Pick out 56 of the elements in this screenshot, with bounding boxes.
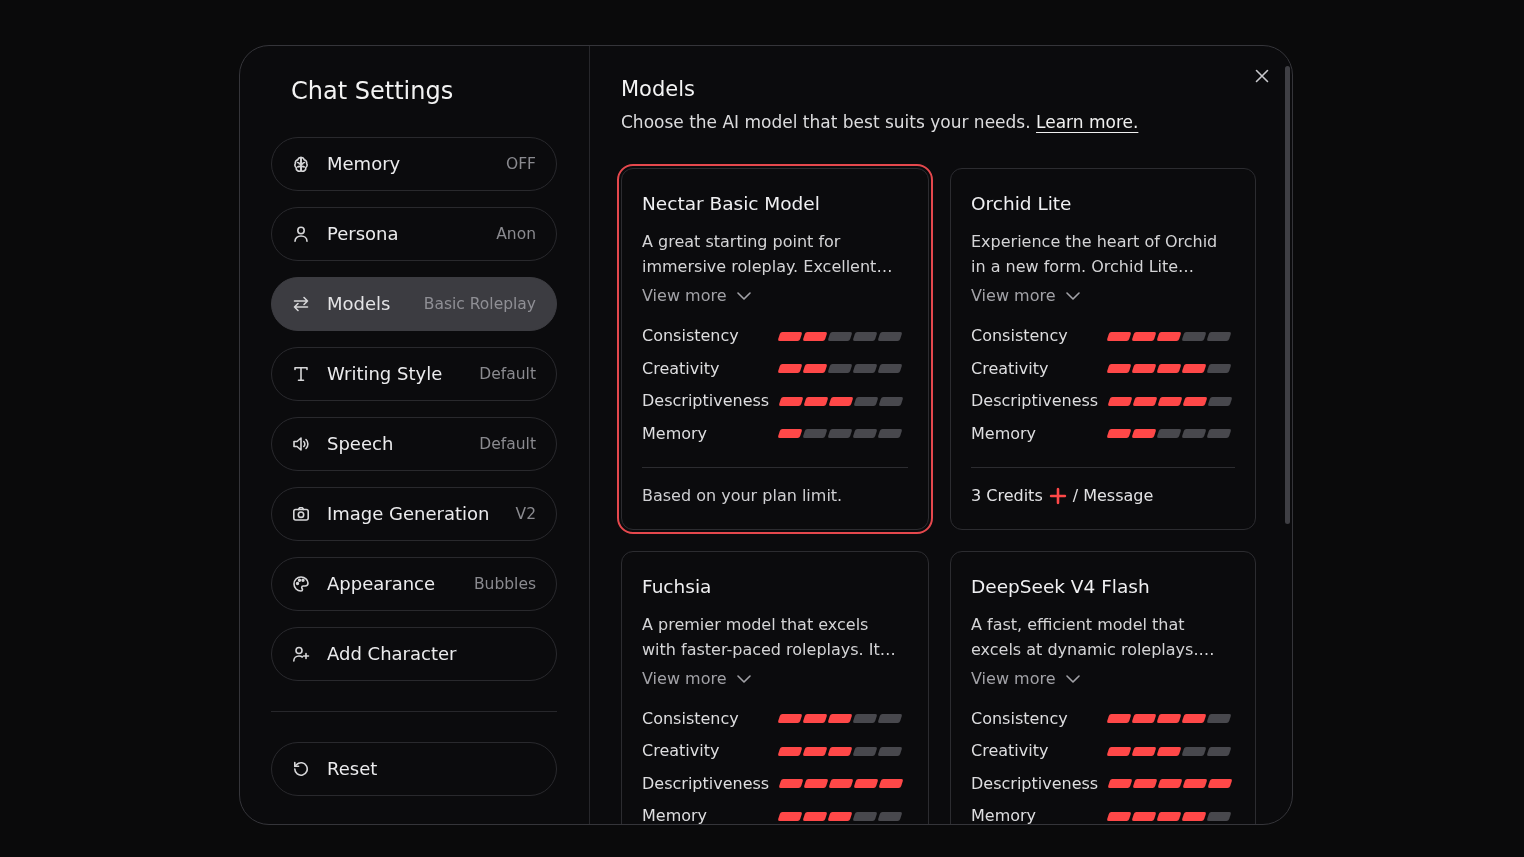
chevron-down-icon bbox=[736, 674, 751, 683]
rating-label: Consistency bbox=[642, 709, 740, 728]
rating-label: Memory bbox=[642, 807, 709, 824]
rating-label: Consistency bbox=[642, 327, 740, 345]
model-name: Nectar Basic Model bbox=[642, 192, 820, 216]
rating-label: Memory bbox=[642, 424, 709, 443]
model-description: Experience the heart of Orchid in a new form. Orchid Lite… bbox=[971, 231, 1218, 278]
text-t-icon bbox=[292, 365, 310, 383]
dialog-title: Chat Settings bbox=[291, 76, 454, 107]
add-person-icon bbox=[292, 645, 310, 663]
panel-title: Models bbox=[621, 76, 695, 103]
view-more-button[interactable]: View more bbox=[642, 666, 751, 691]
brain-icon bbox=[292, 155, 310, 173]
palette-icon bbox=[292, 575, 310, 593]
model-name: Orchid Lite bbox=[971, 192, 1072, 216]
rating-label: Descriptiveness bbox=[971, 774, 1099, 793]
close-button[interactable] bbox=[1254, 68, 1270, 84]
rating-label: Consistency bbox=[971, 327, 1069, 345]
rating-label: Creativity bbox=[971, 742, 1050, 760]
model-description: A great starting point for immersive roleplay. Excellent… bbox=[642, 231, 893, 278]
view-more-button[interactable]: View more bbox=[971, 666, 1080, 691]
scrollbar[interactable] bbox=[1285, 66, 1290, 524]
chevron-down-icon bbox=[1065, 292, 1080, 300]
rating-label: Consistency bbox=[971, 709, 1069, 728]
plus-icon bbox=[1048, 486, 1067, 505]
model-name: DeepSeek V4 Flash bbox=[971, 574, 1150, 599]
rating-label: Creativity bbox=[642, 359, 721, 378]
view-more-button[interactable]: View more bbox=[971, 284, 1080, 308]
person-icon bbox=[292, 225, 310, 243]
model-card[interactable]: DeepSeek V4 Flash A fast, efficient model that excels at dynamic roleplays.… View more Consistency Creativity Descriptiveness Memory bbox=[950, 550, 1256, 824]
rating-label: Descriptiveness bbox=[642, 774, 770, 793]
swap-arrows-icon bbox=[292, 295, 310, 313]
model-description: A premier model that excels with faster-paced roleplays. It… bbox=[642, 613, 896, 661]
model-card[interactable]: Fuchsia A premier model that excels with faster-paced roleplays. It… View more Consistency Creativity Descriptiveness Memory bbox=[621, 550, 929, 824]
view-more-button[interactable]: View more bbox=[642, 284, 751, 308]
panel-description: Choose the AI model that best suits your needs. Learn more. bbox=[621, 111, 1139, 134]
credit-amount: 3 Credits bbox=[971, 484, 1043, 507]
learn-more-link[interactable]: Learn more. bbox=[1036, 112, 1139, 132]
chevron-down-icon bbox=[1065, 674, 1080, 683]
rating-label: Memory bbox=[971, 424, 1038, 443]
credit-unit: / Message bbox=[1072, 484, 1154, 507]
model-name: Fuchsia bbox=[642, 574, 712, 599]
camera-icon bbox=[292, 505, 310, 523]
speaker-icon bbox=[292, 435, 310, 453]
rating-label: Memory bbox=[971, 807, 1038, 824]
model-description: A fast, efficient model that excels at dynamic roleplays.… bbox=[971, 613, 1215, 661]
rating-label: Creativity bbox=[971, 359, 1050, 378]
model-card[interactable]: Orchid Lite Experience the heart of Orchid in a new form. Orchid Lite… View more Consistency Creativity Descriptiveness Memory 3 Credits / Message bbox=[950, 168, 1256, 530]
reset-icon bbox=[292, 760, 310, 778]
plan-note: Based on your plan limit. bbox=[642, 484, 843, 507]
menu-item[interactable]: Models Basic Roleplay bbox=[271, 277, 557, 331]
rating-label: Descriptiveness bbox=[642, 392, 770, 410]
rating-label: Creativity bbox=[642, 742, 721, 760]
rating-label: Descriptiveness bbox=[971, 392, 1099, 410]
close-icon bbox=[1254, 68, 1270, 84]
chevron-down-icon bbox=[736, 292, 751, 300]
